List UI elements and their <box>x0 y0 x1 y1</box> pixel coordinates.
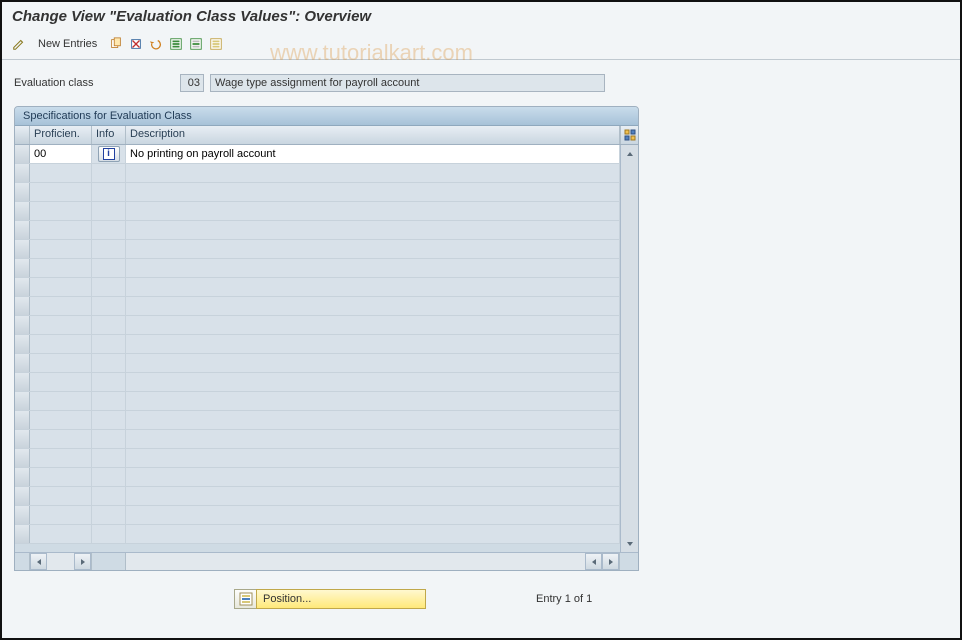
info-button[interactable]: i <box>98 146 120 162</box>
table-row[interactable] <box>15 411 620 430</box>
groupbox-title: Specifications for Evaluation Class <box>15 107 638 126</box>
table-row[interactable] <box>15 449 620 468</box>
table-row[interactable] <box>15 240 620 259</box>
footer: Position... Entry 1 of 1 <box>0 579 962 619</box>
col-description-header[interactable]: Description <box>126 126 620 144</box>
undo-icon[interactable] <box>147 35 165 53</box>
table-header: Proficien. Info Description <box>15 126 638 145</box>
table-row[interactable] <box>15 373 620 392</box>
evaluation-class-label: Evaluation class <box>14 77 174 89</box>
table: Proficien. Info Description 00 i No prin… <box>15 126 638 570</box>
pencil-icon[interactable] <box>10 35 28 53</box>
vertical-scrollbar[interactable] <box>620 145 638 552</box>
evaluation-class-desc-field[interactable] <box>210 74 605 92</box>
specifications-groupbox: Specifications for Evaluation Class Prof… <box>14 106 639 571</box>
row-selector-header[interactable] <box>15 126 30 144</box>
table-row[interactable] <box>15 487 620 506</box>
deselect-all-icon[interactable] <box>207 35 225 53</box>
table-row[interactable]: 00 i No printing on payroll account <box>15 145 620 164</box>
scroll-right-icon[interactable] <box>74 553 91 570</box>
select-all-icon[interactable] <box>167 35 185 53</box>
table-row[interactable] <box>15 202 620 221</box>
col-info-header[interactable]: Info <box>92 126 126 144</box>
scroll-down-icon[interactable] <box>621 535 638 552</box>
scroll-right-icon[interactable] <box>602 553 619 570</box>
horizontal-scrollbar <box>15 552 638 570</box>
entry-counter: Entry 1 of 1 <box>536 593 592 605</box>
page-title: Change View "Evaluation Class Values": O… <box>0 0 962 31</box>
scroll-up-icon[interactable] <box>621 145 638 162</box>
cell-description[interactable]: No printing on payroll account <box>126 145 620 163</box>
cell-info: i <box>92 145 126 163</box>
table-row[interactable] <box>15 525 620 544</box>
table-row[interactable] <box>15 164 620 183</box>
table-row[interactable] <box>15 335 620 354</box>
table-row[interactable] <box>15 297 620 316</box>
table-row[interactable] <box>15 506 620 525</box>
table-row[interactable] <box>15 259 620 278</box>
table-row[interactable] <box>15 354 620 373</box>
evaluation-class-code-field[interactable] <box>180 74 204 92</box>
table-row[interactable] <box>15 278 620 297</box>
table-row[interactable] <box>15 392 620 411</box>
scroll-left-icon[interactable] <box>585 553 602 570</box>
evaluation-class-row: Evaluation class <box>14 74 948 92</box>
position-label: Position... <box>256 589 426 609</box>
table-settings-icon[interactable] <box>620 126 638 144</box>
col-proficien-header[interactable]: Proficien. <box>30 126 92 144</box>
table-row[interactable] <box>15 430 620 449</box>
table-row[interactable] <box>15 316 620 335</box>
table-row[interactable] <box>15 468 620 487</box>
table-row[interactable] <box>15 221 620 240</box>
new-entries-button[interactable]: New Entries <box>30 36 105 52</box>
position-button[interactable]: Position... <box>234 589 426 609</box>
toolbar: New Entries <box>0 31 962 60</box>
form-area: Evaluation class Specifications for Eval… <box>0 60 962 579</box>
delete-icon[interactable] <box>127 35 145 53</box>
select-block-icon[interactable] <box>187 35 205 53</box>
copy-icon[interactable] <box>107 35 125 53</box>
scroll-left-icon[interactable] <box>30 553 47 570</box>
cell-proficien[interactable]: 00 <box>30 145 92 163</box>
table-body: 00 i No printing on payroll account <box>15 145 638 552</box>
position-icon <box>234 589 256 609</box>
row-selector[interactable] <box>15 145 30 163</box>
table-row[interactable] <box>15 183 620 202</box>
